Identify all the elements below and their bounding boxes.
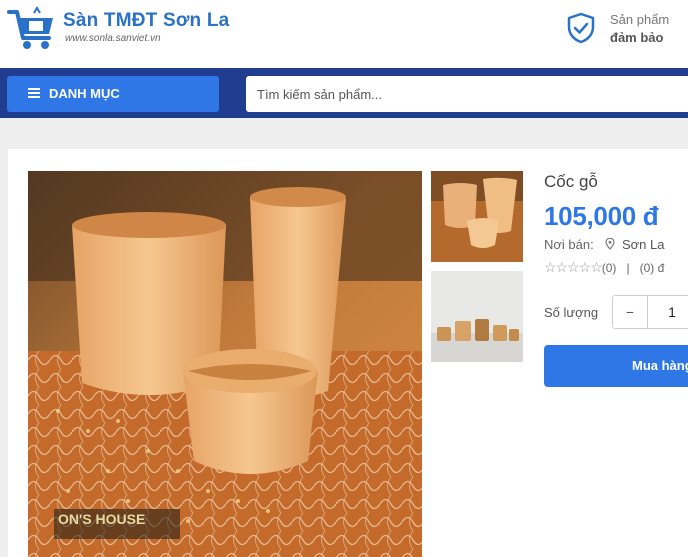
category-menu-button[interactable]: DANH MỤC	[7, 76, 219, 112]
guarantee-line-1: Sản phẩm	[610, 12, 670, 27]
rating-count: (0)	[601, 261, 617, 275]
quantity-input[interactable]	[647, 295, 688, 329]
rating-row: ☆☆☆☆☆(0) | (0) đ	[544, 259, 664, 276]
seller-location[interactable]: Sơn La	[622, 237, 665, 252]
shield-check-icon	[567, 12, 595, 44]
site-title[interactable]: Sàn TMĐT Sơn La	[63, 10, 229, 32]
rating-separator: |	[626, 261, 630, 275]
search-input[interactable]	[246, 76, 688, 112]
review-count: (0) đ	[639, 261, 665, 275]
search-box[interactable]	[246, 76, 688, 112]
product-thumbnail-2[interactable]	[431, 271, 523, 362]
seller-label: Nơi bán:	[544, 237, 594, 252]
map-pin-icon	[605, 238, 615, 250]
thumbnail-image-1	[431, 171, 523, 262]
wooden-cups-photo	[28, 171, 422, 557]
product-name: Cốc gỗ	[544, 172, 598, 191]
site-header: Sàn TMĐT Sơn La www.sonla.sanviet.vn Sản…	[0, 0, 688, 68]
seller-info: Nơi bán: Sơn La	[544, 237, 664, 252]
guarantee-line-2: đảm bảo	[610, 30, 664, 45]
hamburger-icon	[28, 88, 40, 98]
nav-bar: DANH MỤC	[0, 68, 688, 118]
guarantee-badge: Sản phẩm đảm bảo	[610, 11, 669, 47]
site-url: www.sonla.sanviet.vn	[65, 33, 161, 44]
star-outline-icon: ☆☆☆☆☆	[544, 259, 603, 275]
cart-logo-icon[interactable]	[7, 6, 57, 52]
buy-button[interactable]: Mua hàng	[544, 345, 688, 387]
product-thumbnail-1[interactable]	[431, 171, 523, 262]
photo-watermark: ON'S HOUSE	[58, 511, 146, 527]
product-price: 105,000 đ	[544, 201, 659, 231]
quantity-minus-button[interactable]: −	[612, 295, 648, 329]
product-main-image[interactable]: ON'S HOUSE	[28, 171, 422, 557]
category-menu-label: DANH MỤC	[49, 86, 120, 101]
thumbnail-image-2	[431, 271, 523, 362]
quantity-label: Số lượng	[544, 305, 599, 320]
